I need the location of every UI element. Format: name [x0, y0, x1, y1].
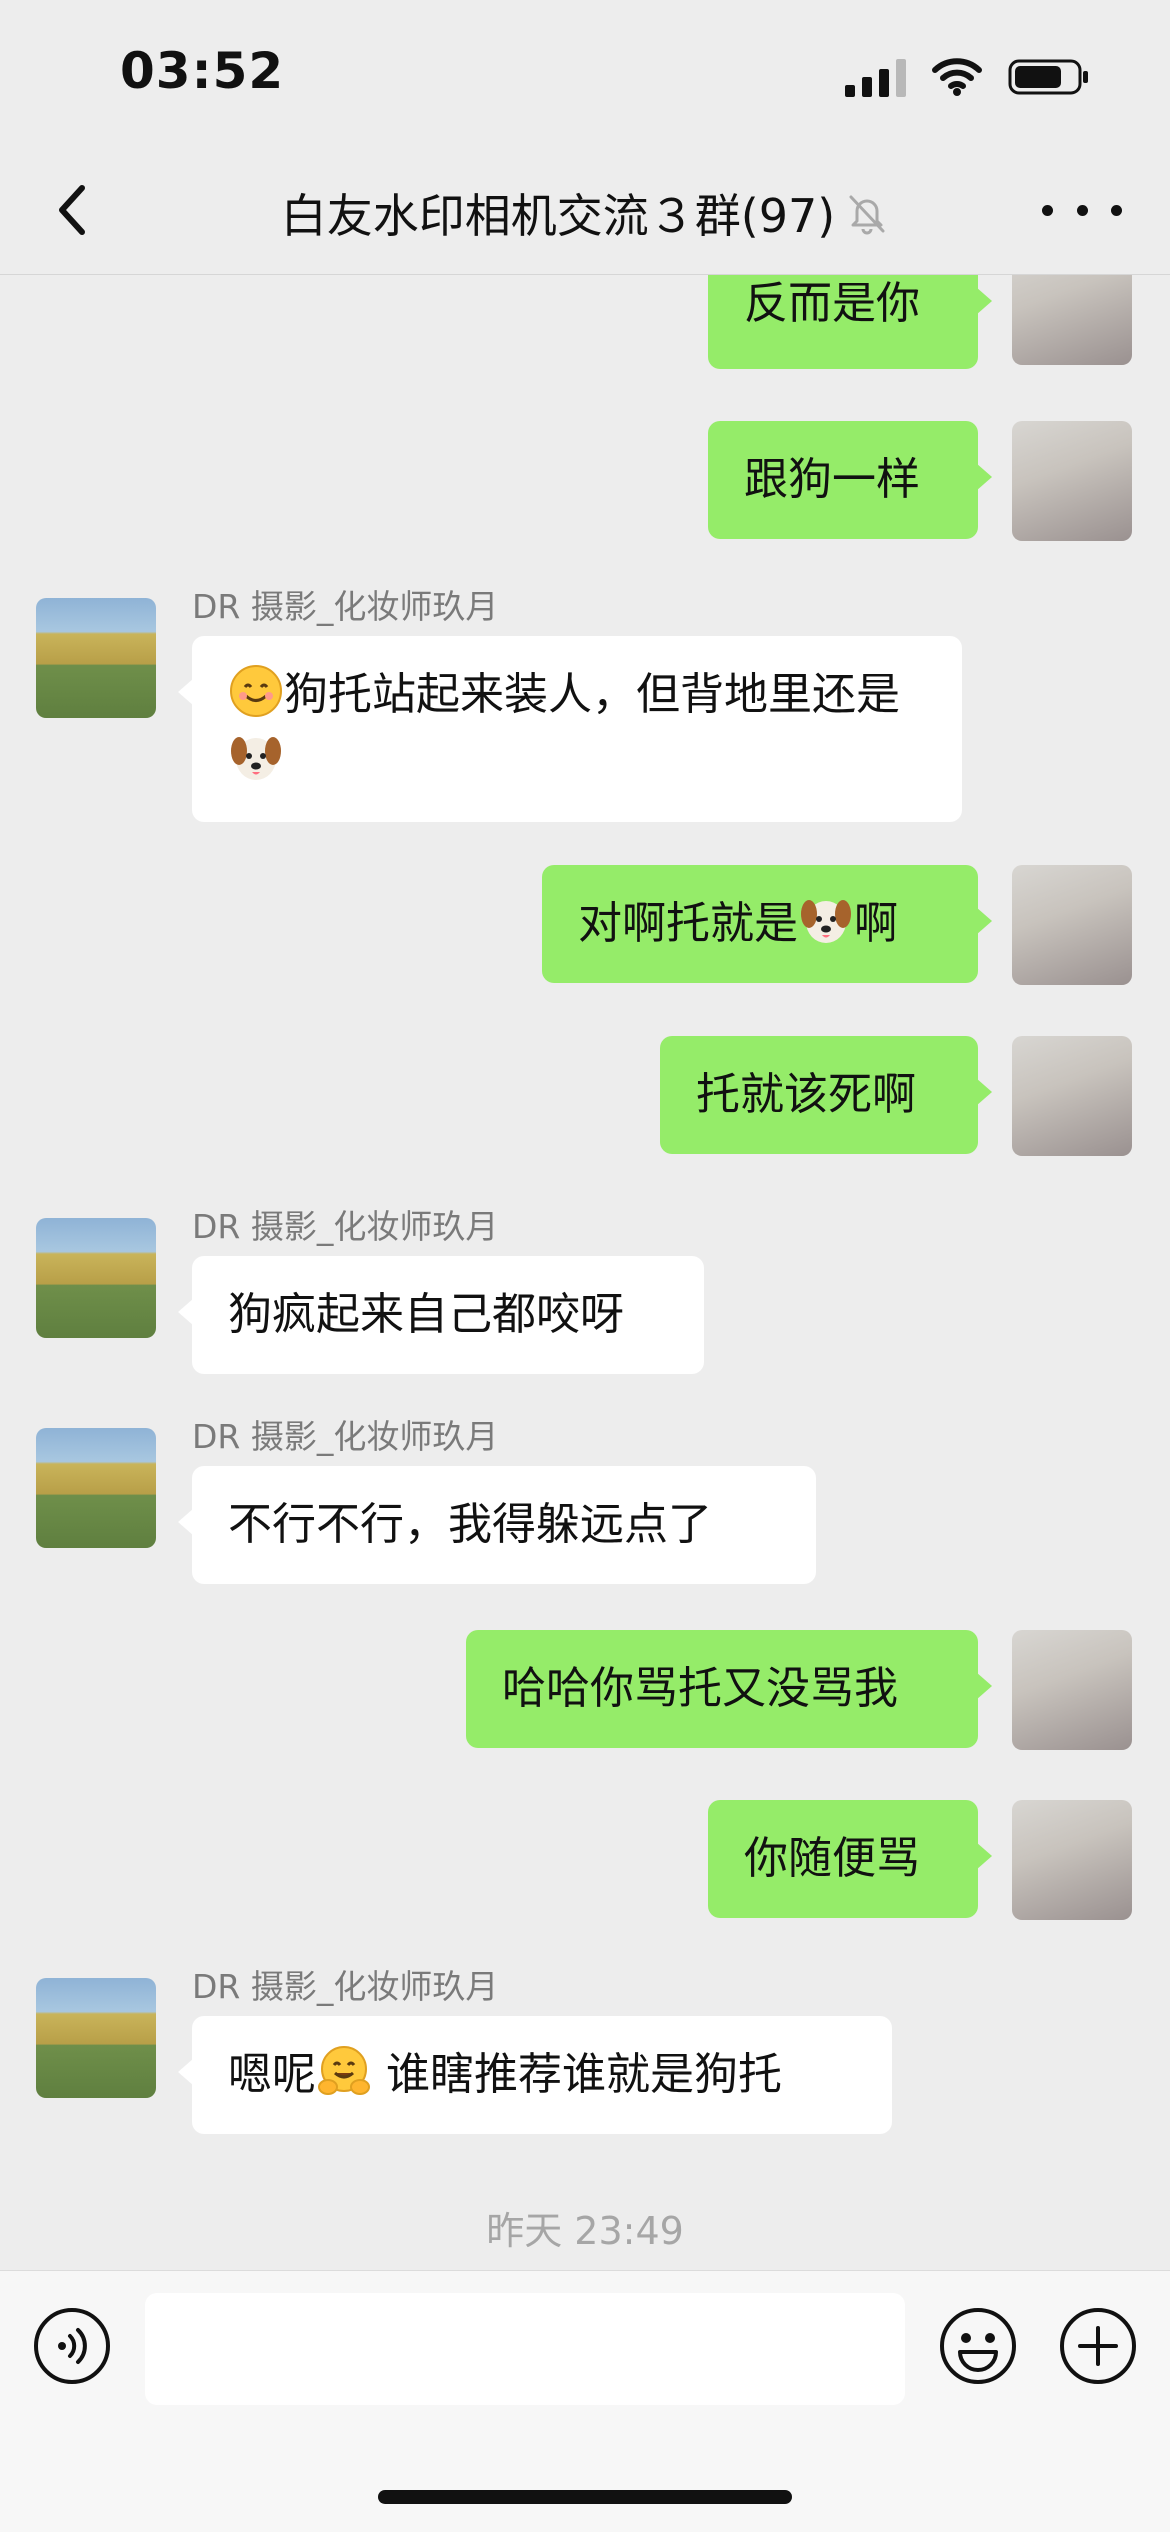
message-text: 不行不行，我得躲远点了: [228, 1499, 712, 1550]
message-text: 哈哈你骂托又没骂我: [502, 1663, 898, 1714]
cellular-signal-icon: [845, 57, 906, 97]
avatar[interactable]: [1012, 1630, 1132, 1750]
dog-face-emoji-icon: [231, 737, 281, 780]
back-button[interactable]: [40, 178, 104, 242]
more-dot: [1076, 204, 1088, 216]
message-bubble[interactable]: 反而是你: [708, 275, 992, 369]
message-bubble[interactable]: 你随便骂: [708, 1800, 992, 1918]
avatar[interactable]: [1012, 1800, 1132, 1920]
message-text: 狗托站起来装人，但背地里还是: [284, 669, 900, 720]
message-bubble[interactable]: 跟狗一样: [708, 421, 992, 539]
message-bubble[interactable]: 狗托站起来装人，但背地里还是: [178, 636, 962, 822]
avatar[interactable]: [1012, 421, 1132, 541]
avatar[interactable]: [36, 598, 156, 718]
message-list[interactable]: 反而是你 跟狗一样 DR 摄影_化妆师玖月 狗托站起来装人，但背地里还是 对啊托…: [0, 275, 1170, 2270]
message-text: 嗯呢: [228, 2049, 316, 2100]
message-self: 你随便骂: [0, 1800, 1170, 1930]
message-self: 跟狗一样: [0, 421, 1170, 551]
message-bubble[interactable]: 不行不行，我得躲远点了: [178, 1466, 816, 1584]
status-time: 03:52: [120, 42, 285, 100]
message-other: DR 摄影_化妆师玖月 不行不行，我得躲远点了: [0, 1410, 1170, 1600]
message-self: 反而是你: [0, 275, 1170, 375]
smiley-icon[interactable]: [938, 2306, 1018, 2386]
message-other: DR 摄影_化妆师玖月 狗托站起来装人，但背地里还是: [0, 580, 1170, 822]
more-dot: [1111, 204, 1122, 216]
group-name: 白友水印相机交流３群(97): [280, 189, 836, 243]
avatar[interactable]: [1012, 275, 1132, 365]
sender-name: DR 摄影_化妆师玖月: [192, 1417, 499, 1456]
chat-title: 白友水印相机交流３群(97): [120, 178, 1050, 248]
message-other: DR 摄影_化妆师玖月 嗯呢 谁瞎推荐谁就是狗托: [0, 1960, 1170, 2160]
message-self: 托就该死啊: [0, 1036, 1170, 1166]
message-bubble[interactable]: 哈哈你骂托又没骂我: [466, 1630, 992, 1748]
message-self: 对啊托就是 啊: [0, 865, 1170, 995]
message-text: 对啊托就是: [578, 898, 798, 949]
message-other: DR 摄影_化妆师玖月 狗疯起来自己都咬呀: [0, 1200, 1170, 1390]
sender-name: DR 摄影_化妆师玖月: [192, 1207, 499, 1246]
more-dot: [1042, 204, 1053, 216]
avatar[interactable]: [36, 1218, 156, 1338]
status-bar: 03:52: [0, 0, 1170, 150]
message-bubble[interactable]: 托就该死啊: [660, 1036, 992, 1154]
more-button[interactable]: [1042, 180, 1122, 240]
chevron-left-icon: [59, 185, 85, 235]
home-indicator[interactable]: [378, 2490, 792, 2504]
sender-name: DR 摄影_化妆师玖月: [192, 587, 499, 626]
status-icons: [845, 52, 1090, 102]
wifi-icon: [932, 58, 982, 96]
battery-icon: [1008, 59, 1088, 95]
hugging-face-emoji-icon: [318, 2046, 370, 2095]
avatar[interactable]: [36, 1428, 156, 1548]
timestamp: 昨天 23:49: [486, 2209, 684, 2253]
message-text: 跟狗一样: [744, 454, 920, 505]
avatar[interactable]: [36, 1978, 156, 2098]
bell-slash-icon: [845, 191, 889, 235]
message-text: 狗疯起来自己都咬呀: [228, 1289, 624, 1340]
message-self: 哈哈你骂托又没骂我: [0, 1630, 1170, 1760]
avatar[interactable]: [1012, 865, 1132, 985]
message-bubble[interactable]: 对啊托就是 啊: [542, 865, 992, 983]
message-bubble[interactable]: 狗疯起来自己都咬呀: [178, 1256, 704, 1374]
sender-name: DR 摄影_化妆师玖月: [192, 1967, 499, 2006]
avatar[interactable]: [1012, 1036, 1132, 1156]
nav-bar: 白友水印相机交流３群(97): [0, 150, 1170, 275]
message-text: 谁瞎推荐谁就是狗托: [372, 2049, 782, 2100]
plus-circle-icon[interactable]: [1058, 2306, 1138, 2386]
dog-face-emoji-icon: [801, 900, 851, 943]
message-text: 你随便骂: [744, 1833, 920, 1884]
message-input[interactable]: [145, 2293, 905, 2405]
chat-screen: 03:52 白友水印相机交流３群(97) 反而是你 跟狗一样 DR 摄影_化妆师…: [0, 0, 1170, 2532]
voice-icon[interactable]: [32, 2306, 112, 2386]
message-text: 托就该死啊: [696, 1069, 916, 1120]
message-text: 反而是你: [744, 278, 920, 329]
message-text: 啊: [854, 898, 898, 949]
message-bubble[interactable]: 嗯呢 谁瞎推荐谁就是狗托: [178, 2016, 892, 2134]
smiling-face-emoji-icon: [230, 665, 282, 717]
